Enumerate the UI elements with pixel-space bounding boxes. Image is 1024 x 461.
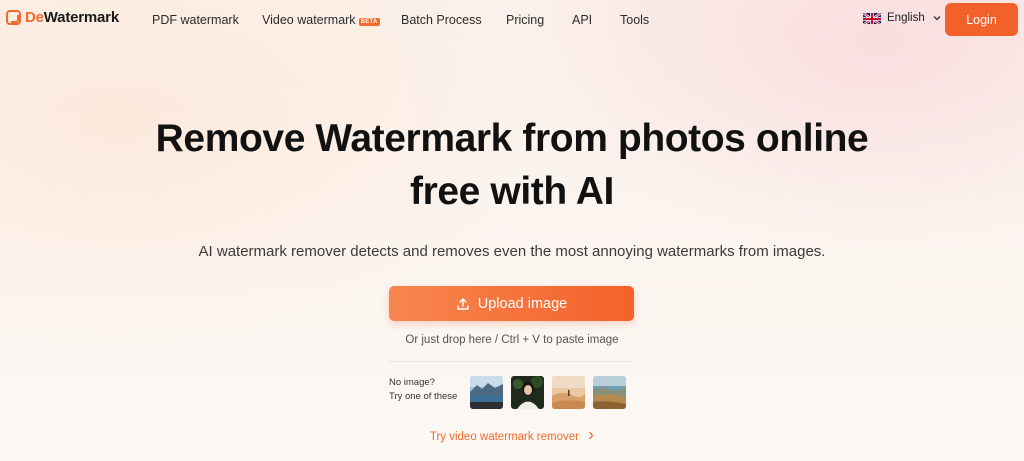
brand-logo[interactable]: DeWatermark	[6, 9, 119, 26]
nav-tools[interactable]: Tools	[620, 13, 649, 27]
title-line-1: Remove Watermark from photos online	[155, 117, 869, 160]
dewatermark-logo-icon	[6, 10, 21, 25]
sample-prompt-line-2: Try one of these	[389, 391, 458, 402]
drop-hint: Or just drop here / Ctrl + V to paste im…	[405, 334, 619, 346]
uk-flag-icon	[863, 12, 881, 24]
upload-image-label: Upload image	[477, 295, 568, 312]
sample-image-coast[interactable]	[593, 376, 626, 409]
divider	[389, 361, 634, 362]
chevron-right-icon	[588, 431, 594, 443]
language-selector[interactable]: English	[863, 12, 941, 24]
video-remover-link[interactable]: Try video watermark remover	[0, 431, 1024, 443]
sample-image-lake[interactable]	[470, 376, 503, 409]
brand-name: DeWatermark	[25, 9, 119, 26]
page-title: Remove Watermark from photos online free…	[0, 112, 1024, 218]
nav-video-watermark[interactable]: Video watermark BETA	[262, 13, 380, 27]
page-subtitle: AI watermark remover detects and removes…	[198, 243, 826, 260]
video-remover-link-label: Try video watermark remover	[429, 431, 579, 443]
nav-pdf-watermark[interactable]: PDF watermark	[152, 13, 239, 27]
sample-prompt-line-1: No image?	[389, 377, 435, 388]
title-line-2: free with AI	[410, 170, 614, 213]
nav-video-watermark-label: Video watermark	[262, 13, 356, 27]
language-label: English	[887, 12, 925, 24]
beta-badge: BETA	[358, 18, 380, 26]
upload-icon	[456, 297, 470, 311]
chevron-down-icon	[933, 13, 941, 23]
sample-prompt: No image? Try one of these	[389, 376, 457, 404]
nav-api[interactable]: API	[572, 13, 592, 27]
top-navbar: DeWatermark PDF watermark Video watermar…	[0, 0, 1024, 42]
nav-pricing[interactable]: Pricing	[506, 13, 544, 27]
upload-image-button[interactable]: Upload image	[389, 286, 634, 321]
sample-image-desert[interactable]	[552, 376, 585, 409]
nav-batch-process[interactable]: Batch Process	[401, 13, 482, 27]
sample-image-portrait[interactable]	[511, 376, 544, 409]
login-button[interactable]: Login	[945, 3, 1018, 36]
